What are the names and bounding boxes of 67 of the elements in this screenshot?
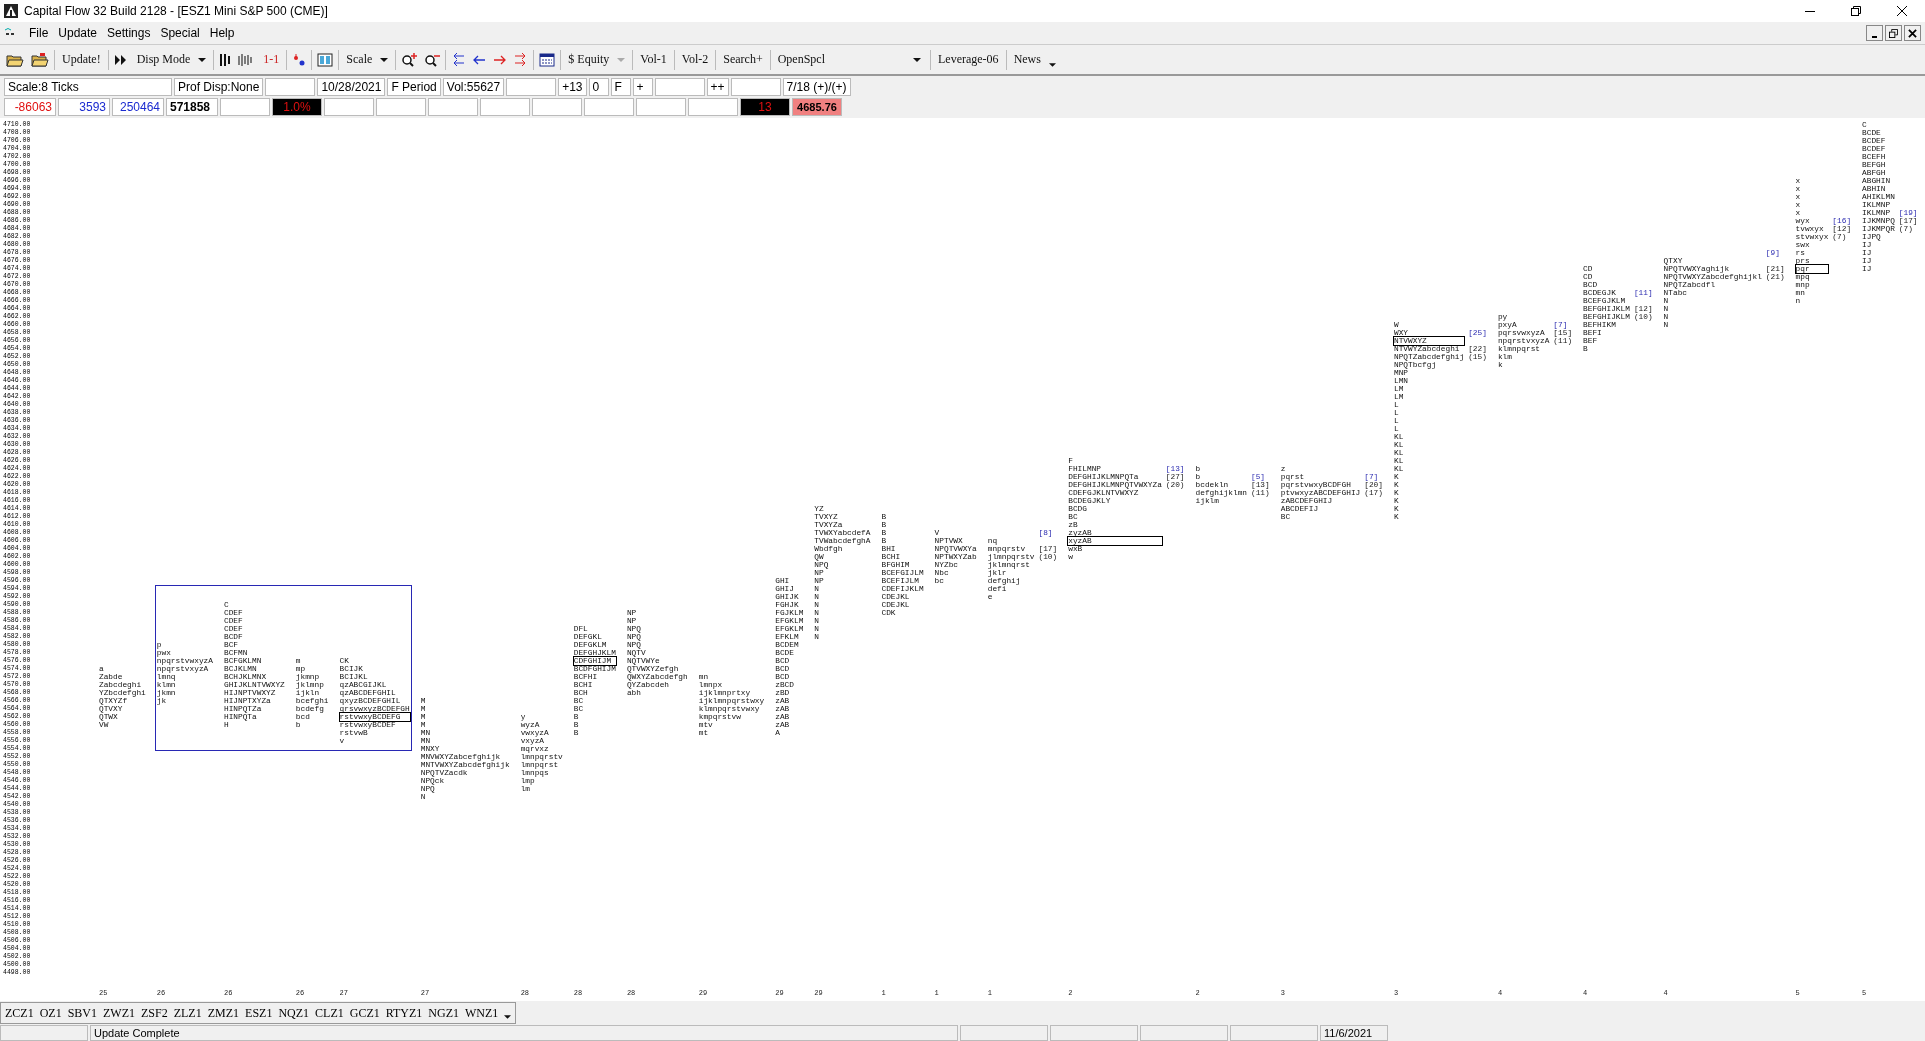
caret-icon bbox=[1048, 62, 1056, 67]
info-field: +13 bbox=[558, 78, 587, 96]
menu-item[interactable]: Settings bbox=[102, 26, 156, 40]
child-close-button[interactable] bbox=[1904, 25, 1921, 41]
child-restore-button[interactable] bbox=[1885, 25, 1902, 41]
stat-value: 4685.76 bbox=[792, 98, 842, 116]
window-title: Capital Flow 32 Build 2128 - [ESZ1 Mini S&P 500 (CME)] bbox=[24, 4, 328, 18]
info-field: Vol:55627 bbox=[442, 78, 505, 96]
minimize-icon bbox=[1805, 10, 1815, 12]
close-icon bbox=[1908, 28, 1917, 38]
symbol-tab[interactable]: OZ1 bbox=[39, 1005, 62, 1021]
symbol-tab[interactable]: GCZ1 bbox=[349, 1005, 380, 1021]
symbol-tab[interactable]: SBV1 bbox=[67, 1005, 97, 1021]
bars-icon[interactable] bbox=[219, 52, 232, 67]
zoom-out-icon[interactable] bbox=[424, 52, 441, 67]
menu-item[interactable]: Special bbox=[155, 26, 205, 40]
double-left-arrow-icon[interactable] bbox=[451, 52, 466, 67]
close-icon bbox=[1897, 6, 1907, 16]
stat-value: 571858 bbox=[166, 98, 218, 116]
status-text: 11/6/2021 bbox=[1320, 1025, 1388, 1041]
caret-icon bbox=[380, 57, 389, 62]
symbol-tab[interactable]: ZWZ1 bbox=[103, 1005, 135, 1021]
zoom-in-icon[interactable] bbox=[401, 52, 418, 67]
app-icon bbox=[4, 4, 18, 18]
stat-value: 1.0% bbox=[272, 98, 322, 116]
restore-icon bbox=[1889, 28, 1898, 38]
caret-icon bbox=[198, 57, 207, 62]
minimize-icon bbox=[1872, 36, 1877, 38]
symbol-tab[interactable]: NQZ1 bbox=[278, 1005, 310, 1021]
caret-icon bbox=[913, 57, 921, 62]
menu-item[interactable]: File bbox=[24, 26, 54, 40]
stat-value: 13 bbox=[740, 98, 790, 116]
stat-value: -86063 bbox=[4, 98, 56, 116]
symbol-tab[interactable]: ZSF2 bbox=[141, 1005, 168, 1021]
symbol-tab[interactable]: NGZ1 bbox=[428, 1005, 459, 1021]
info-field: Prof Disp:None bbox=[174, 78, 264, 96]
symbol-tab[interactable]: WNZ1 bbox=[465, 1005, 499, 1021]
info-field: Scale:8 Ticks bbox=[4, 78, 172, 96]
status-text: Update Complete bbox=[90, 1025, 958, 1041]
caret-icon bbox=[617, 57, 626, 62]
symbol-tab[interactable]: ESZ1 bbox=[245, 1005, 273, 1021]
child-minimize-button[interactable] bbox=[1866, 25, 1883, 41]
menu-item[interactable]: Update bbox=[53, 26, 103, 40]
stat-value: 250464 bbox=[112, 98, 164, 116]
info-field: + bbox=[632, 78, 653, 96]
info-field: F bbox=[610, 78, 631, 96]
folder-icon[interactable] bbox=[31, 52, 49, 67]
menu-item[interactable]: Help bbox=[204, 26, 240, 40]
info-field: 10/28/2021 bbox=[317, 78, 386, 96]
info-field: F Period bbox=[387, 78, 441, 96]
stat-value: 3593 bbox=[58, 98, 110, 116]
symbol-tab[interactable]: ZLZ1 bbox=[173, 1005, 202, 1021]
symbol-tab[interactable]: ZCZ1 bbox=[5, 1005, 34, 1021]
symbol-tab[interactable]: ZMZ1 bbox=[207, 1005, 240, 1021]
price-bars-icon[interactable] bbox=[238, 52, 255, 67]
dots-icon[interactable] bbox=[292, 52, 307, 67]
info-field: ++ bbox=[706, 78, 729, 96]
restore-icon bbox=[1851, 6, 1861, 16]
info-field: 7/18 (+)/(+) bbox=[782, 78, 851, 96]
info-field: 0 bbox=[588, 78, 609, 96]
open-folder-icon[interactable] bbox=[6, 52, 24, 67]
symbol-tab[interactable]: CLZ1 bbox=[315, 1005, 344, 1021]
symbol-tab[interactable]: RTYZ1 bbox=[385, 1005, 423, 1021]
caret-icon[interactable] bbox=[504, 1015, 512, 1019]
calendar-icon[interactable] bbox=[539, 52, 556, 67]
fast-forward-icon[interactable] bbox=[113, 53, 128, 66]
panel-icon[interactable] bbox=[317, 52, 334, 67]
